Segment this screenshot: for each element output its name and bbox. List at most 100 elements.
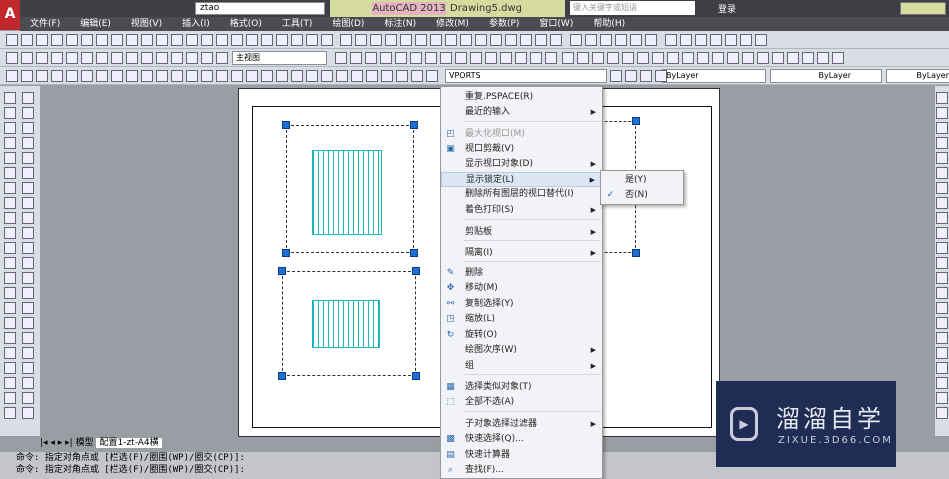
menu-item[interactable]: 格式(O) bbox=[220, 17, 272, 31]
toolbar-tool-icon[interactable] bbox=[156, 34, 168, 46]
toolbar-tool-icon[interactable] bbox=[645, 34, 657, 46]
toolbar-tool-icon[interactable] bbox=[141, 70, 153, 82]
toolbar-tool-icon[interactable] bbox=[6, 52, 18, 64]
toolbar-tool-icon[interactable] bbox=[395, 52, 407, 64]
toolbar-tool-icon[interactable] bbox=[411, 70, 423, 82]
grip[interactable] bbox=[410, 249, 418, 257]
context-menu-item[interactable]: 最近的输入 ▶ bbox=[441, 105, 602, 120]
tool-icon[interactable] bbox=[22, 287, 34, 299]
grip[interactable] bbox=[278, 372, 286, 380]
tool-icon[interactable] bbox=[936, 227, 948, 239]
toolbar-tool-icon[interactable] bbox=[445, 34, 457, 46]
toolbar-tool-icon[interactable] bbox=[410, 52, 422, 64]
tool-icon[interactable] bbox=[22, 122, 34, 134]
toolbar-tool-icon[interactable] bbox=[186, 52, 198, 64]
toolbar-tool-icon[interactable] bbox=[126, 34, 138, 46]
toolbar-tool-icon[interactable] bbox=[485, 52, 497, 64]
tool-icon[interactable] bbox=[4, 377, 16, 389]
toolbar-tool-icon[interactable] bbox=[261, 70, 273, 82]
tool-icon[interactable] bbox=[4, 167, 16, 179]
toolbar-tool-icon[interactable] bbox=[231, 34, 243, 46]
toolbar-tool-icon[interactable] bbox=[385, 34, 397, 46]
toolbar-tool-icon[interactable] bbox=[96, 34, 108, 46]
toolbar-tool-icon[interactable] bbox=[201, 34, 213, 46]
linetype-select[interactable]: ByLayer bbox=[770, 69, 882, 83]
context-menu-item[interactable]: 复制选择(Y) ⚯ bbox=[441, 297, 602, 312]
context-menu-item[interactable]: 子对象选择过滤器 ▶ bbox=[441, 417, 602, 432]
tool-icon[interactable] bbox=[936, 257, 948, 269]
login-button[interactable]: 登录 bbox=[718, 2, 736, 15]
grip[interactable] bbox=[412, 267, 420, 275]
tool-icon[interactable] bbox=[22, 167, 34, 179]
tool-icon[interactable] bbox=[22, 152, 34, 164]
tool-icon[interactable] bbox=[936, 347, 948, 359]
tool-icon[interactable] bbox=[936, 182, 948, 194]
toolbar-tool-icon[interactable] bbox=[111, 34, 123, 46]
toolbar-tool-icon[interactable] bbox=[615, 34, 627, 46]
toolbar-tool-icon[interactable] bbox=[126, 52, 138, 64]
tool-icon[interactable] bbox=[936, 212, 948, 224]
tool-icon[interactable] bbox=[936, 167, 948, 179]
toolbar-tool-icon[interactable] bbox=[665, 34, 677, 46]
toolbar-tool-icon[interactable] bbox=[335, 52, 347, 64]
tool-icon[interactable] bbox=[4, 182, 16, 194]
toolbar-tool-icon[interactable] bbox=[695, 34, 707, 46]
toolbar-tool-icon[interactable] bbox=[36, 52, 48, 64]
tool-icon[interactable] bbox=[22, 212, 34, 224]
tool-icon[interactable] bbox=[22, 257, 34, 269]
view-select[interactable]: 主视图 bbox=[232, 51, 327, 65]
toolbar-tool-icon[interactable] bbox=[742, 52, 754, 64]
tool-icon[interactable] bbox=[22, 392, 34, 404]
context-menu-item[interactable]: 快速选择(Q)... ▩ bbox=[441, 432, 602, 447]
tool-icon[interactable] bbox=[936, 407, 948, 419]
toolbar-tool-icon[interactable] bbox=[640, 70, 652, 82]
toolbar-tool-icon[interactable] bbox=[600, 34, 612, 46]
toolbar-tool-icon[interactable] bbox=[370, 34, 382, 46]
toolbar-tool-icon[interactable] bbox=[216, 52, 228, 64]
color-select[interactable]: ByLayer bbox=[662, 69, 766, 83]
grip[interactable] bbox=[412, 372, 420, 380]
tool-icon[interactable] bbox=[22, 407, 34, 419]
toolbar-tool-icon[interactable] bbox=[51, 52, 63, 64]
tool-icon[interactable] bbox=[4, 317, 16, 329]
menu-item[interactable]: 工具(T) bbox=[272, 17, 323, 31]
tool-icon[interactable] bbox=[4, 152, 16, 164]
menu-item[interactable]: 窗口(W) bbox=[529, 17, 583, 31]
tool-icon[interactable] bbox=[936, 122, 948, 134]
toolbar-tool-icon[interactable] bbox=[475, 34, 487, 46]
menu-item[interactable]: 插入(I) bbox=[172, 17, 220, 31]
toolbar-tool-icon[interactable] bbox=[321, 34, 333, 46]
toolbar-tool-icon[interactable] bbox=[81, 70, 93, 82]
toolbar-tool-icon[interactable] bbox=[96, 70, 108, 82]
toolbar-tool-icon[interactable] bbox=[530, 52, 542, 64]
toolbar-tool-icon[interactable] bbox=[66, 34, 78, 46]
toolbar-tool-icon[interactable] bbox=[570, 34, 582, 46]
toolbar-tool-icon[interactable] bbox=[216, 70, 228, 82]
tool-icon[interactable] bbox=[4, 92, 16, 104]
tool-icon[interactable] bbox=[22, 302, 34, 314]
toolbar-tool-icon[interactable] bbox=[710, 34, 722, 46]
toolbar-tool-icon[interactable] bbox=[725, 34, 737, 46]
context-menu-item[interactable]: 剪贴板 ▶ bbox=[441, 225, 602, 240]
toolbar-tool-icon[interactable] bbox=[336, 70, 348, 82]
tool-icon[interactable] bbox=[4, 272, 16, 284]
context-menu-item[interactable]: 删除所有图层的视口替代(I) bbox=[441, 187, 602, 202]
tool-icon[interactable] bbox=[4, 407, 16, 419]
tool-icon[interactable] bbox=[22, 137, 34, 149]
context-menu-item[interactable]: 删除 ✎ bbox=[441, 266, 602, 281]
toolbar-tool-icon[interactable] bbox=[171, 52, 183, 64]
tool-icon[interactable] bbox=[936, 137, 948, 149]
toolbar-tool-icon[interactable] bbox=[727, 52, 739, 64]
toolbar-tool-icon[interactable] bbox=[652, 52, 664, 64]
toolbar-tool-icon[interactable] bbox=[141, 52, 153, 64]
toolbar-tool-icon[interactable] bbox=[470, 52, 482, 64]
grip[interactable] bbox=[282, 249, 290, 257]
toolbar-tool-icon[interactable] bbox=[772, 52, 784, 64]
toolbar-tool-icon[interactable] bbox=[365, 52, 377, 64]
context-menu-item[interactable]: 显示视口对象(D) ▶ bbox=[441, 157, 602, 172]
toolbar-tool-icon[interactable] bbox=[201, 52, 213, 64]
grip[interactable] bbox=[410, 121, 418, 129]
toolbar-tool-icon[interactable] bbox=[740, 34, 752, 46]
tool-icon[interactable] bbox=[4, 242, 16, 254]
toolbar-tool-icon[interactable] bbox=[637, 52, 649, 64]
